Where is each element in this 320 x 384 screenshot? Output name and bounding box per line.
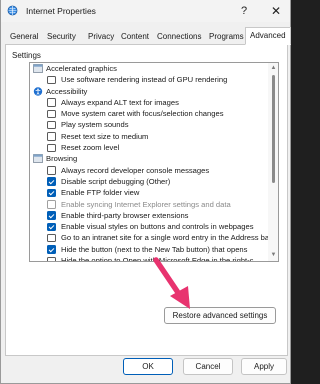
settings-group-label: Settings — [12, 51, 41, 60]
settings-option[interactable]: Play system sounds — [30, 119, 268, 130]
accessibility-icon — [33, 86, 43, 96]
ok-button[interactable]: OK — [123, 358, 173, 375]
settings-option[interactable]: Disable script debugging (Other) — [30, 176, 268, 187]
internet-globe-icon — [7, 5, 18, 16]
option-label: Move system caret with focus/selection c… — [61, 109, 224, 119]
checkbox[interactable] — [47, 211, 56, 220]
settings-option: Enable syncing Internet Explorer setting… — [30, 199, 268, 210]
settings-option[interactable]: Enable FTP folder view — [30, 187, 268, 198]
help-button[interactable]: ? — [231, 2, 257, 20]
option-label: Hide the option to Open with Microsoft E… — [61, 256, 254, 261]
checkbox[interactable] — [47, 188, 56, 198]
option-label: Hide the button (next to the New Tab but… — [61, 244, 248, 254]
option-label: Reset text size to medium — [61, 131, 149, 141]
window-title: Internet Properties — [26, 6, 96, 16]
scrollbar-thumb[interactable] — [272, 75, 275, 183]
option-label: Enable third-party browser extensions — [61, 210, 189, 220]
checkbox[interactable] — [47, 143, 56, 153]
option-label: Enable FTP folder view — [61, 188, 140, 198]
option-label: Use software rendering instead of GPU re… — [61, 75, 228, 85]
internet-properties-dialog: Internet Properties ? ✕ General Security… — [0, 0, 291, 384]
tab-advanced[interactable]: Advanced — [245, 27, 291, 45]
folder-icon — [33, 64, 43, 73]
checkbox[interactable] — [47, 109, 56, 119]
option-label: Always record developer console messages — [61, 165, 210, 175]
close-button[interactable]: ✕ — [263, 2, 289, 20]
tab-privacy[interactable]: Privacy — [83, 28, 119, 45]
settings-category: Accessibility — [30, 86, 268, 97]
tab-content[interactable]: Content — [116, 28, 154, 45]
tab-strip: General Security Privacy Content Connect… — [5, 27, 291, 45]
option-label: Disable script debugging (Other) — [61, 176, 171, 186]
settings-option[interactable]: Enable visual styles on buttons and cont… — [30, 221, 268, 232]
checkbox[interactable] — [47, 256, 56, 261]
title-bar: Internet Properties ? ✕ — [1, 0, 290, 22]
folder-icon — [33, 154, 43, 164]
settings-option[interactable]: Hide the button (next to the New Tab but… — [30, 244, 268, 255]
scroll-down-arrow-icon[interactable]: ▼ — [268, 250, 278, 261]
settings-list-items: Accelerated graphics Use software renderi… — [30, 63, 268, 261]
checkbox[interactable] — [47, 98, 56, 107]
restore-advanced-settings-button[interactable]: Restore advanced settings — [164, 307, 276, 324]
tab-general[interactable]: General — [5, 28, 43, 45]
option-label: Enable visual styles on buttons and cont… — [61, 222, 254, 232]
tab-security[interactable]: Security — [42, 28, 81, 45]
option-label: Play system sounds — [61, 120, 129, 130]
scroll-up-arrow-icon[interactable]: ▲ — [268, 63, 278, 74]
checkbox[interactable] — [47, 233, 56, 243]
settings-list[interactable]: Accelerated graphics Use software renderi… — [29, 62, 279, 262]
option-label: Enable syncing Internet Explorer setting… — [61, 199, 231, 209]
settings-category: Accelerated graphics — [30, 63, 268, 74]
checkbox[interactable] — [47, 245, 56, 254]
settings-list-scrollbar[interactable]: ▲ ▼ — [268, 63, 278, 261]
checkbox[interactable] — [47, 222, 56, 232]
settings-option[interactable]: Always record developer console messages — [30, 165, 268, 176]
settings-option[interactable]: Go to an intranet site for a single word… — [30, 232, 268, 243]
settings-option[interactable]: Reset text size to medium — [30, 131, 268, 142]
option-label: Reset zoom level — [61, 143, 120, 153]
settings-option[interactable]: Always expand ALT text for images — [30, 97, 268, 108]
checkbox — [47, 200, 56, 209]
cancel-button[interactable]: Cancel — [183, 358, 233, 375]
checkbox[interactable] — [47, 75, 56, 85]
category-label: Accessibility — [46, 86, 88, 96]
checkbox[interactable] — [47, 177, 56, 186]
checkbox[interactable] — [47, 166, 56, 175]
checkbox[interactable] — [47, 132, 56, 141]
tab-connections[interactable]: Connections — [152, 28, 206, 45]
settings-option[interactable]: Hide the option to Open with Microsoft E… — [30, 255, 268, 261]
category-label: Browsing — [46, 154, 78, 164]
settings-option[interactable]: Move system caret with focus/selection c… — [30, 108, 268, 119]
option-label: Go to an intranet site for a single word… — [61, 233, 268, 243]
category-label: Accelerated graphics — [46, 64, 117, 73]
option-label: Always expand ALT text for images — [61, 97, 179, 107]
apply-button[interactable]: Apply — [241, 358, 287, 375]
settings-category: Browsing — [30, 153, 268, 164]
settings-option[interactable]: Enable third-party browser extensions — [30, 210, 268, 221]
settings-option[interactable]: Use software rendering instead of GPU re… — [30, 74, 268, 85]
settings-option[interactable]: Reset zoom level — [30, 142, 268, 153]
tab-programs[interactable]: Programs — [204, 28, 249, 45]
checkbox[interactable] — [47, 120, 56, 130]
